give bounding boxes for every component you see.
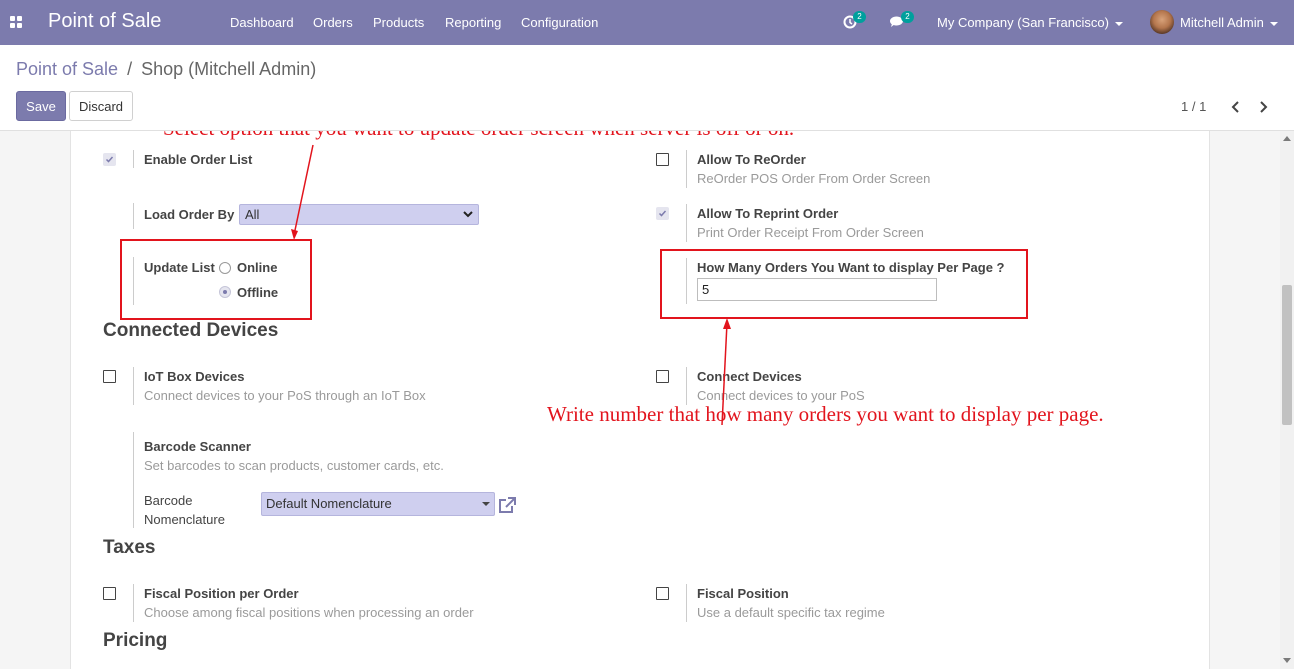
divider [686,204,687,242]
divider [686,367,687,405]
section-taxes: Taxes [103,537,156,558]
messages-badge: 2 [901,11,914,23]
update-list-offline-radio[interactable] [219,286,231,298]
annotation-arrow-down [291,144,314,240]
company-switcher[interactable]: My Company (San Francisco) [937,15,1123,30]
fiscal-per-order-label: Fiscal Position per Order [144,586,299,601]
barcode-nomenclature-value: Default Nomenclature [266,496,392,511]
user-name: Mitchell Admin [1180,15,1264,30]
scrollbar-thumb[interactable] [1282,285,1292,425]
app-brand[interactable]: Point of Sale [48,10,161,33]
breadcrumb: Point of Sale / Shop (Mitchell Admin) [16,59,316,80]
iot-box-label: IoT Box Devices [144,369,245,384]
caret-down-icon [482,502,490,506]
update-list-online-label: Online [237,260,278,275]
menu-dashboard[interactable]: Dashboard [230,15,294,30]
annotation-top: Select option that you want to update or… [163,131,794,141]
company-name: My Company (San Francisco) [937,15,1109,30]
vertical-scrollbar[interactable] [1280,131,1294,669]
menu-orders[interactable]: Orders [313,15,353,30]
menu-configuration[interactable]: Configuration [521,15,598,30]
scroll-up-arrow-icon[interactable] [1283,136,1291,141]
enable-order-list-label: Enable Order List [144,152,253,167]
chevron-down-icon [1114,21,1123,26]
section-pricing: Pricing [103,630,168,651]
divider [133,432,134,528]
divider [133,257,134,305]
barcode-nomenclature-label-line1: Barcode [144,493,193,508]
fiscal-per-order-checkbox[interactable] [103,587,116,600]
allow-reprint-checkbox[interactable] [656,207,669,220]
save-button[interactable]: Save [16,91,66,121]
messages-chat-icon[interactable]: 2 [889,11,915,34]
iot-box-desc: Connect devices to your PoS through an I… [144,388,426,403]
discard-button[interactable]: Discard [69,91,133,121]
allow-reprint-label: Allow To Reprint Order [697,206,839,221]
barcode-scanner-label: Barcode Scanner [144,439,251,454]
chevron-down-icon [1269,21,1278,26]
allow-reprint-desc: Print Order Receipt From Order Screen [697,225,924,240]
highlight-box-update-list [120,239,312,320]
orders-per-page-label: How Many Orders You Want to display Per … [697,260,1005,275]
breadcrumb-current: Shop (Mitchell Admin) [141,59,317,79]
annotation-bottom: Write number that how many orders you wa… [547,402,1104,426]
allow-reorder-desc: ReOrder POS Order From Order Screen [697,171,931,186]
update-list-online-radio[interactable] [219,262,231,274]
activity-badge: 2 [853,11,866,23]
update-list-label: Update List [144,260,215,275]
connect-devices-checkbox[interactable] [656,370,669,383]
load-order-by-select[interactable]: All [239,204,479,225]
chevron-right-icon[interactable] [1258,101,1268,113]
user-avatar[interactable] [1150,10,1174,34]
connect-devices-label: Connect Devices [697,369,802,384]
top-navbar: Point of Sale Dashboard Orders Products … [0,0,1294,45]
fiscal-position-checkbox[interactable] [656,587,669,600]
barcode-nomenclature-label: Barcode Nomenclature [144,493,225,527]
barcode-nomenclature-select[interactable]: Default Nomenclature [261,492,495,516]
activity-clock-icon[interactable]: 2 [843,11,869,34]
menu-reporting[interactable]: Reporting [445,15,501,30]
section-connected-devices: Connected Devices [103,320,279,341]
update-list-offline-label: Offline [237,285,279,300]
fiscal-position-label: Fiscal Position [697,586,789,601]
barcode-nomenclature-label-line2: Nomenclature [144,512,225,527]
fiscal-per-order-desc: Choose among fiscal positions when proce… [144,605,474,620]
allow-reorder-checkbox[interactable] [656,153,669,166]
load-order-by-value: All [245,207,260,222]
divider [686,584,687,622]
fiscal-position-desc: Use a default specific tax regime [697,605,885,620]
scroll-down-arrow-icon[interactable] [1283,658,1291,663]
breadcrumb-root[interactable]: Point of Sale [16,59,118,79]
divider [133,367,134,405]
pager-value: 1 / 1 [1181,99,1207,114]
allow-reorder-label: Allow To ReOrder [697,152,806,167]
apps-menu-icon[interactable] [10,16,22,28]
divider [133,203,134,229]
divider [133,150,134,168]
breadcrumb-separator: / [127,59,133,79]
menu-products[interactable]: Products [373,15,424,30]
enable-order-list-checkbox[interactable] [103,153,116,166]
user-menu[interactable]: Mitchell Admin [1180,15,1278,30]
orders-per-page-input[interactable]: 5 [697,278,937,301]
load-order-by-label: Load Order By [144,207,235,222]
divider [133,584,134,622]
barcode-scanner-desc: Set barcodes to scan products, customer … [144,458,444,473]
control-panel: Point of Sale / Shop (Mitchell Admin) Sa… [0,45,1294,131]
external-link-icon[interactable] [497,497,517,515]
chevron-left-icon[interactable] [1231,101,1241,113]
divider [686,258,687,304]
divider [686,150,687,188]
form-content: Enable Order List Allow To ReOrder ReOrd… [0,131,1280,669]
chevron-down-icon [463,211,473,218]
iot-box-checkbox[interactable] [103,370,116,383]
